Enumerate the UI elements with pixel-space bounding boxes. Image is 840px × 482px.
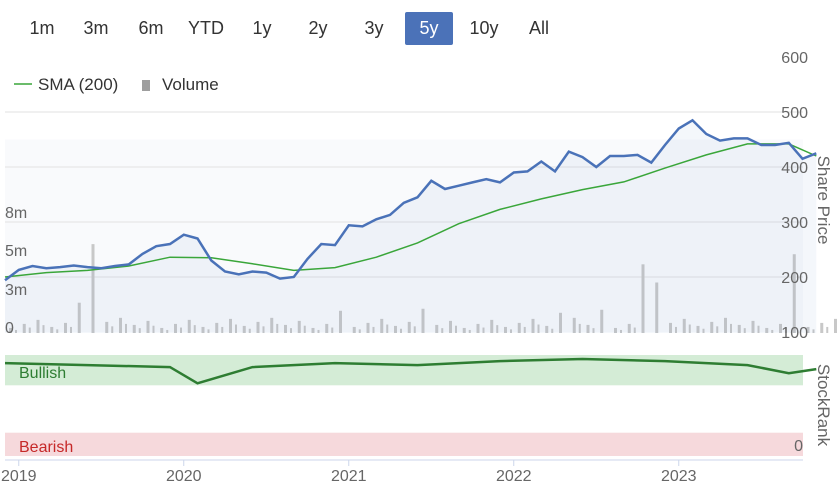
x-axis-tick: 2019 — [1, 468, 37, 482]
x-axis-tick: 2023 — [661, 468, 697, 482]
price-panel: 100 200 300 400 500 600 0 3m 5m 8m Share Price — [4, 50, 837, 342]
price-axis-title: Share Price — [814, 156, 833, 245]
volume-tick: 0 — [5, 320, 14, 337]
bearish-zone — [5, 432, 803, 456]
x-axis-tick: 2021 — [331, 468, 367, 482]
price-tick: 400 — [781, 160, 808, 177]
price-tick: 200 — [781, 270, 808, 287]
x-axis-tick: 2020 — [166, 468, 202, 482]
x-axis: 2019 2020 2021 2022 2023 — [1, 459, 803, 482]
volume-bar — [826, 326, 829, 333]
volume-bar — [820, 322, 824, 333]
stockrank-tick: 0 — [794, 438, 803, 455]
x-axis-tick: 2022 — [496, 468, 532, 482]
stockrank-axis-ticks: 0 — [794, 438, 803, 455]
bullish-zone — [5, 355, 803, 386]
price-tick: 500 — [781, 105, 808, 122]
volume-tick: 3m — [5, 282, 27, 299]
sma-legend-label[interactable]: SMA (200) — [38, 75, 118, 94]
bullish-label: Bullish — [19, 365, 66, 382]
stockrank-axis-title: StockRank — [814, 364, 833, 447]
volume-bar — [834, 318, 837, 333]
legend[interactable]: SMA (200) Volume — [14, 75, 219, 94]
price-tick: 100 — [781, 325, 808, 342]
price-tick: 300 — [781, 215, 808, 232]
bearish-label: Bearish — [19, 439, 73, 456]
stockrank-panel: Bullish Bearish 0 StockRank — [4, 355, 833, 456]
volume-legend-swatch — [142, 80, 150, 91]
volume-tick: 8m — [5, 205, 27, 222]
price-tick: 600 — [781, 50, 808, 67]
stock-chart: 100 200 300 400 500 600 0 3m 5m 8m Share Price S… — [1, 50, 837, 482]
volume-legend-label[interactable]: Volume — [162, 75, 219, 94]
volume-tick: 5m — [5, 243, 27, 260]
